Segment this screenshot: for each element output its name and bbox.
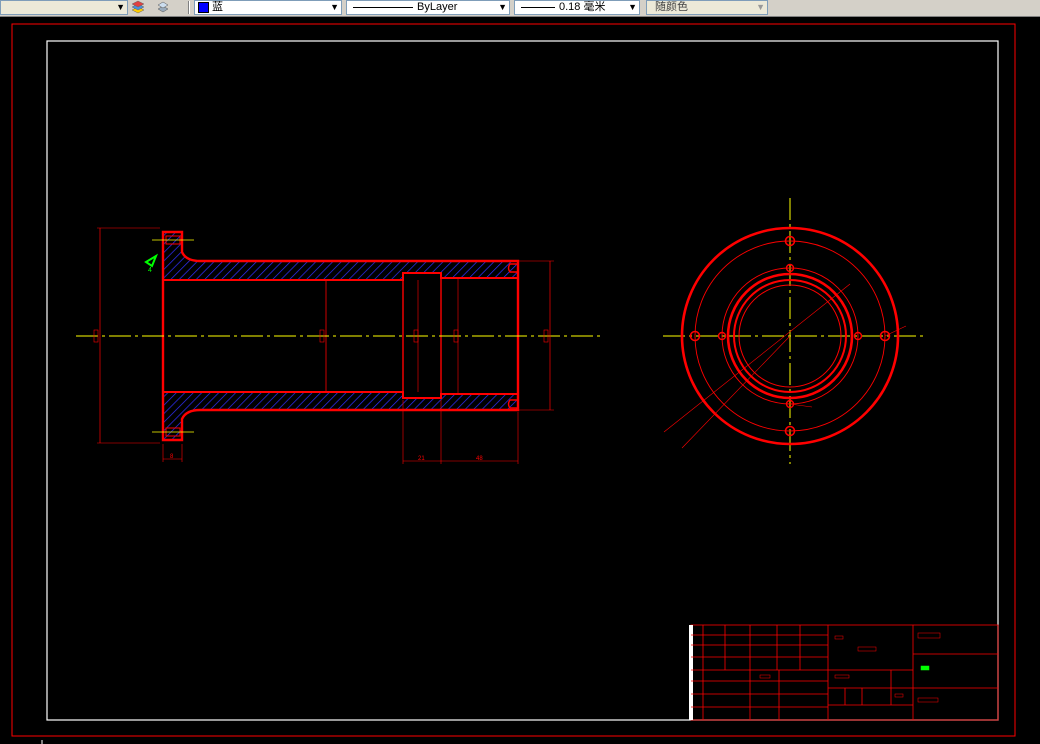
linetype-label: ByLayer bbox=[417, 1, 458, 13]
drawing-canvas[interactable]: 8 21 48 4 bbox=[0, 17, 1040, 744]
lineweight-label: 0.18 毫米 bbox=[559, 1, 606, 13]
chevron-down-icon: ▼ bbox=[628, 2, 637, 12]
layer-prev-icon[interactable] bbox=[155, 0, 171, 15]
color-swatch-icon bbox=[198, 2, 209, 13]
lineweight-dropdown[interactable]: 0.18 毫米 ▼ bbox=[514, 0, 640, 15]
dim-label-groove: 21 bbox=[418, 456, 425, 462]
layer-dropdown[interactable]: ▼ bbox=[0, 0, 128, 15]
plotstyle-dropdown[interactable]: 随颜色 ▼ bbox=[646, 0, 768, 15]
layer-stack-icon[interactable] bbox=[130, 0, 146, 15]
color-dropdown[interactable]: 蓝 ▼ bbox=[194, 0, 342, 15]
toolbar-separator bbox=[188, 1, 190, 14]
lineweight-preview-icon bbox=[521, 6, 555, 8]
color-label: 蓝 bbox=[212, 1, 223, 13]
chevron-down-icon: ▼ bbox=[330, 2, 339, 12]
dim-label-bore: 48 bbox=[476, 456, 483, 462]
chevron-down-icon: ▼ bbox=[756, 2, 765, 12]
linetype-preview-icon bbox=[353, 6, 413, 8]
linetype-dropdown[interactable]: ByLayer ▼ bbox=[346, 0, 510, 15]
cursor-marker-icon bbox=[144, 253, 159, 268]
drawing-frame-border bbox=[46, 40, 999, 721]
chevron-down-icon: ▼ bbox=[116, 2, 125, 12]
flange-label: 4 bbox=[148, 267, 152, 274]
drawing-svg: 8 21 48 4 bbox=[11, 23, 1016, 744]
end-view bbox=[663, 198, 927, 464]
section-view: 8 21 48 4 bbox=[76, 227, 604, 464]
title-block bbox=[689, 624, 999, 721]
plotstyle-label: 随颜色 bbox=[655, 1, 688, 13]
chevron-down-icon: ▼ bbox=[498, 2, 507, 12]
properties-toolbar: ▼ 蓝 ▼ ByLayer ▼ 0.18 毫米 ▼ 随颜色 ▼ bbox=[0, 0, 1040, 17]
